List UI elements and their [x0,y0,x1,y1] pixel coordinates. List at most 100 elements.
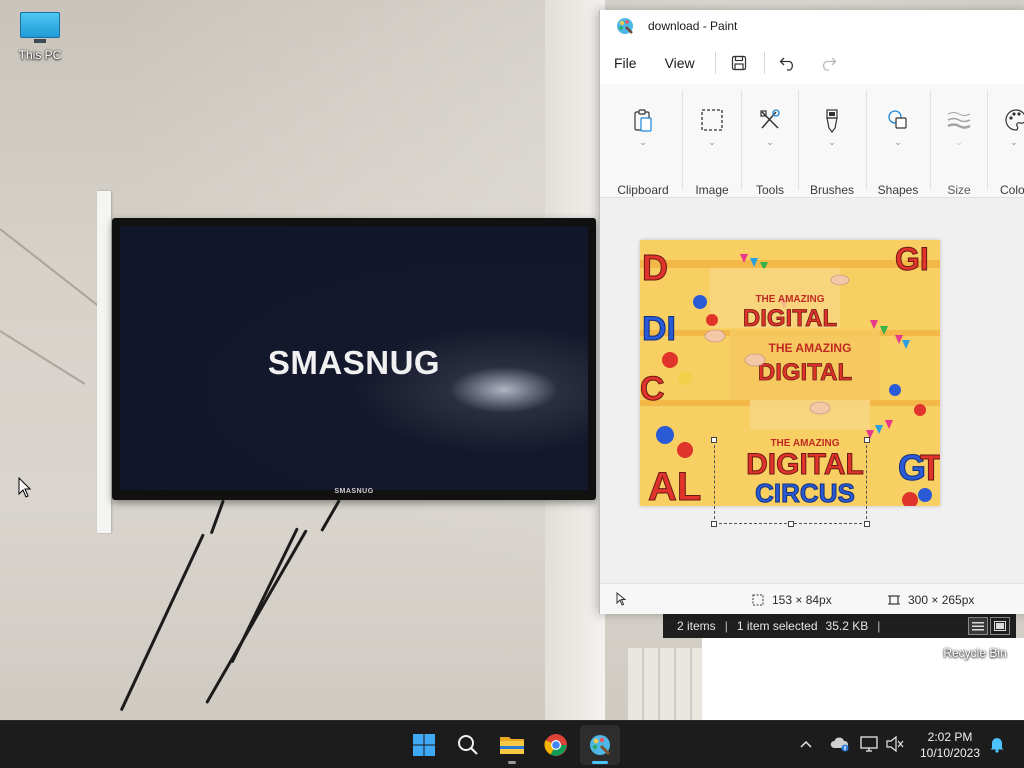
ribbon-label-colours: Colo [1000,183,1024,197]
start-button[interactable] [404,725,444,765]
chevron-down-icon: ⌄ [1010,137,1018,147]
status-separator: | [877,619,881,633]
undo-button[interactable] [773,48,803,78]
onedrive-icon [830,737,849,752]
canvas-size-icon [888,595,900,605]
selection-handle[interactable] [864,437,870,443]
chevron-down-icon: ⌄ [708,137,716,147]
palette-icon [1005,109,1024,131]
selection-handle[interactable] [711,437,717,443]
chevron-down-icon: ⌄ [955,137,963,147]
volume-muted-icon [886,735,904,753]
selection-size-text: 153 × 84px [772,593,832,607]
chevron-up-icon [800,740,812,748]
canvas-area[interactable]: D DI C AL GI G T THE AMAZING DIGITAL THE… [600,198,1024,583]
tv-bezel-brand: SMASNUG [334,488,374,495]
svg-text:D: D [642,247,668,288]
bell-icon [990,738,1004,753]
taskbar-file-explorer[interactable] [492,725,532,765]
ribbon-group-brushes[interactable]: ⌄ Brushes [800,84,864,198]
this-pc-icon [18,12,62,44]
shapes-icon [888,110,907,129]
start-icon [413,734,435,756]
selection-size: 35.2 KB [825,619,869,633]
selection-handle[interactable] [864,521,870,527]
search-icon [458,735,478,755]
menu-view[interactable]: View [651,49,709,77]
notifications-button[interactable] [986,733,1008,755]
ribbon-group-shapes[interactable]: ⌄ Shapes [868,84,928,198]
paint-status-bar: 153 × 84px 300 × 265px [600,583,1024,614]
selection-icon [752,594,764,606]
paint-ribbon: ⌄ Clipboard ⌄ Image ⌄ Tools ⌄ Brushes ⌄ … [600,84,1024,198]
canvas-size-text: 300 × 265px [908,593,975,607]
show-hidden-icons-button[interactable] [795,733,817,755]
details-view-icon [972,622,984,631]
details-view-button[interactable] [968,617,988,635]
paint-title-bar[interactable]: download - Paint [600,10,1024,42]
desktop-icon-label: This PC [18,48,62,62]
ribbon-group-size[interactable]: ⌄ Size [932,84,986,198]
chevron-down-icon: ⌄ [894,137,902,147]
taskbar-clock[interactable]: 2:02 PM 10/10/2023 [910,729,990,761]
running-indicator [592,761,608,764]
chevron-down-icon: ⌄ [639,137,647,147]
tv-photo: SMASNUG SMASNUG [112,218,596,500]
mouse-cursor-icon [18,477,32,498]
desktop-icon-this-pc[interactable]: This PC [10,10,70,62]
ribbon-divider [930,90,931,190]
menu-divider [714,52,716,74]
save-button[interactable] [724,48,754,78]
svg-text:THE AMAZING: THE AMAZING [769,341,852,355]
paint-menu-bar: File View [600,42,1024,84]
paint-icon [590,735,611,756]
desktop-icon-recycle-bin[interactable]: Recycle Bin [938,646,1012,660]
pointer-icon [616,592,627,606]
volume-button[interactable] [884,733,906,755]
explorer-status-bar: 2 items | 1 item selected 35.2 KB | [663,614,1016,638]
chevron-down-icon: ⌄ [828,137,836,147]
menu-file[interactable]: File [600,49,651,77]
pointer-position [616,592,628,606]
ribbon-divider [987,90,988,190]
svg-text:C: C [640,370,665,408]
white-strip [97,191,111,533]
taskbar-chrome[interactable] [536,725,576,765]
svg-text:T: T [920,447,940,488]
ribbon-group-image[interactable]: ⌄ Image [684,84,740,198]
ribbon-group-clipboard[interactable]: ⌄ Clipboard [608,84,678,198]
ribbon-group-colours[interactable]: ⌄ Colo [990,84,1024,198]
paint-app-icon [616,17,634,35]
onedrive-button[interactable] [829,733,851,755]
taskbar: 2:02 PM 10/10/2023 [0,720,1024,768]
selection-handle[interactable] [788,521,794,527]
menu-divider [763,52,765,74]
ribbon-label-clipboard: Clipboard [617,183,669,197]
paint-window: download - Paint File View ⌄ Clipboard ⌄… [599,10,1024,614]
selection-count: 1 item selected [736,619,818,633]
brush-icon [826,109,838,133]
selection-handle[interactable] [711,521,717,527]
redo-icon [822,57,837,71]
ribbon-label-tools: Tools [755,183,784,197]
clock-date: 10/10/2023 [919,746,981,760]
clipboard-icon [634,109,652,132]
select-icon [701,109,723,131]
ribbon-label-size: Size [947,183,971,197]
tiles-view-button[interactable] [990,617,1010,635]
selection-box[interactable] [714,440,867,524]
network-button[interactable] [858,733,880,755]
taskbar-search-button[interactable] [448,725,488,765]
item-count: 2 items [677,619,716,633]
ribbon-divider [682,90,683,190]
ribbon-group-tools[interactable]: ⌄ Tools [742,84,798,198]
ribbon-label-brushes: Brushes [809,183,855,197]
svg-text:DI: DI [642,310,676,348]
taskbar-paint[interactable] [580,725,620,765]
ribbon-divider [866,90,867,190]
window-title: download - Paint [648,19,738,33]
radiator [628,648,703,720]
redo-button[interactable] [813,48,843,78]
network-icon [860,736,878,752]
tv-screen-logo: SMASNUG [267,344,441,381]
